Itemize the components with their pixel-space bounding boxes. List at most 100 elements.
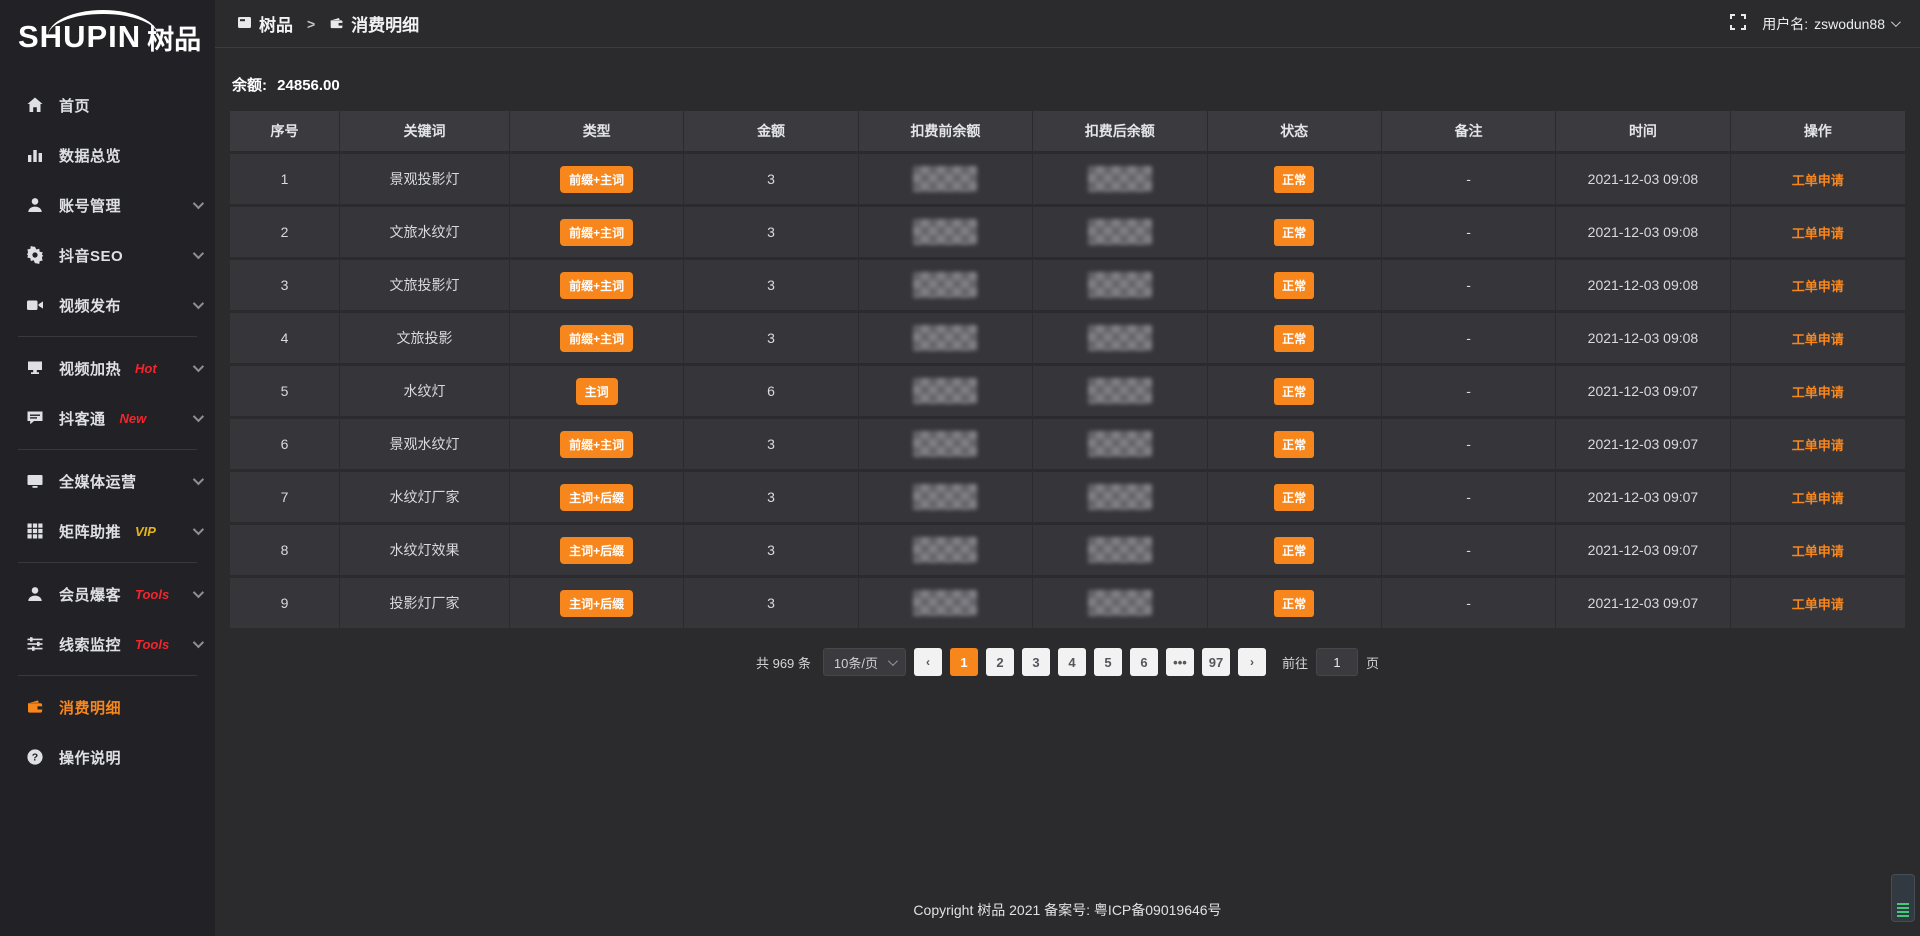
content: 余额: 24856.00 序号关键词类型金额扣费前余额扣费后余额状态备注时间操作…	[215, 48, 1920, 936]
work-order-link[interactable]: 工单申请	[1792, 170, 1844, 189]
chevron-down-icon	[888, 656, 898, 666]
floating-widget[interactable]	[1891, 874, 1915, 922]
page-number-button[interactable]: 2	[986, 648, 1014, 676]
svg-text:?: ?	[32, 752, 38, 764]
blurred-amount	[913, 272, 977, 298]
table-row: 3 文旅投影灯 前缀+主词 3 正常 - 2021-12-03 09:08 工单…	[230, 260, 1905, 310]
status-badge: 正常	[1274, 431, 1314, 458]
work-order-link[interactable]: 工单申请	[1792, 488, 1844, 507]
sidebar-item-label: 会员爆客	[59, 584, 121, 605]
chevron-down-icon	[193, 587, 204, 598]
work-order-link[interactable]: 工单申请	[1792, 541, 1844, 560]
cell-index: 7	[230, 472, 340, 522]
pagination: 共 969 条 10条/页 ‹ 123456•••97 › 前往 页	[230, 648, 1905, 676]
cell-action: 工单申请	[1731, 207, 1905, 257]
cell-type: 主词+后缀	[510, 578, 684, 628]
goto-suffix: 页	[1366, 653, 1379, 672]
table-row: 1 景观投影灯 前缀+主词 3 正常 - 2021-12-03 09:08 工单…	[230, 154, 1905, 204]
page-number-button[interactable]: 97	[1202, 648, 1230, 676]
work-order-link[interactable]: 工单申请	[1792, 382, 1844, 401]
cell-balance-before	[859, 207, 1033, 257]
chevron-down-icon	[193, 411, 204, 422]
sidebar-item-instructions[interactable]: ? 操作说明	[0, 732, 215, 782]
cell-time: 2021-12-03 09:07	[1556, 472, 1730, 522]
table-header-cell: 类型	[510, 111, 684, 151]
prev-page-button[interactable]: ‹	[914, 648, 942, 676]
work-order-link[interactable]: 工单申请	[1792, 594, 1844, 613]
table-row: 6 景观水纹灯 前缀+主词 3 正常 - 2021-12-03 09:07 工单…	[230, 419, 1905, 469]
cell-action: 工单申请	[1731, 366, 1905, 416]
sidebar-item-all-media[interactable]: 全媒体运营	[0, 456, 215, 506]
sidebar-item-lead-monitor[interactable]: 线索监控 Tools	[0, 619, 215, 669]
main-area: 树品 > 消费明细 用户名: zswodun88	[215, 0, 1920, 936]
cell-balance-before	[859, 472, 1033, 522]
table-body: 1 景观投影灯 前缀+主词 3 正常 - 2021-12-03 09:08 工单…	[230, 154, 1905, 628]
type-badge: 前缀+主词	[560, 272, 633, 299]
page-number-button[interactable]: 5	[1094, 648, 1122, 676]
blurred-amount	[913, 537, 977, 563]
cell-type: 主词	[510, 366, 684, 416]
cell-balance-before	[859, 260, 1033, 310]
work-order-link[interactable]: 工单申请	[1792, 276, 1844, 295]
cell-balance-after	[1033, 472, 1207, 522]
page-number-button[interactable]: •••	[1166, 648, 1194, 676]
screen-icon	[26, 359, 44, 377]
cell-balance-after	[1033, 525, 1207, 575]
sidebar-item-doketong[interactable]: 抖客通 New	[0, 393, 215, 443]
breadcrumb-home[interactable]: 树品	[237, 11, 293, 36]
table-header-cell: 金额	[684, 111, 858, 151]
cell-time: 2021-12-03 09:08	[1556, 260, 1730, 310]
work-order-link[interactable]: 工单申请	[1792, 329, 1844, 348]
sidebar-item-video-heat[interactable]: 视频加热 Hot	[0, 343, 215, 393]
blurred-amount	[1088, 484, 1152, 510]
sidebar-item-matrix-boost[interactable]: 矩阵助推 VIP	[0, 506, 215, 556]
cell-type: 前缀+主词	[510, 260, 684, 310]
tools-badge: Tools	[135, 587, 169, 602]
balance-label: 余额:	[232, 77, 267, 94]
cell-index: 4	[230, 313, 340, 363]
cell-time: 2021-12-03 09:07	[1556, 419, 1730, 469]
next-page-button[interactable]: ›	[1238, 648, 1266, 676]
question-icon: ?	[26, 748, 44, 766]
chevron-down-icon	[193, 474, 204, 485]
cell-balance-after	[1033, 260, 1207, 310]
page-number-button[interactable]: 1	[950, 648, 978, 676]
page-size-select[interactable]: 10条/页	[823, 648, 906, 676]
cell-keyword: 文旅投影灯	[340, 260, 510, 310]
cell-amount: 3	[684, 472, 858, 522]
cell-amount: 3	[684, 154, 858, 204]
sidebar-item-home[interactable]: 首页	[0, 80, 215, 130]
blurred-amount	[1088, 166, 1152, 192]
cell-status: 正常	[1208, 472, 1382, 522]
cell-action: 工单申请	[1731, 472, 1905, 522]
sidebar-item-douyin-seo[interactable]: 抖音SEO	[0, 230, 215, 280]
work-order-link[interactable]: 工单申请	[1792, 223, 1844, 242]
cell-time: 2021-12-03 09:08	[1556, 207, 1730, 257]
chevron-down-icon	[193, 198, 204, 209]
sidebar-item-video-publish[interactable]: 视频发布	[0, 280, 215, 330]
goto-page-input[interactable]	[1316, 648, 1358, 676]
cell-amount: 3	[684, 525, 858, 575]
chevron-down-icon	[1891, 17, 1901, 27]
hot-badge: Hot	[135, 361, 157, 376]
sidebar-item-consumption-detail[interactable]: 消费明细	[0, 682, 215, 732]
sidebar-item-label: 消费明细	[59, 697, 121, 718]
work-order-link[interactable]: 工单申请	[1792, 435, 1844, 454]
chevron-down-icon	[193, 298, 204, 309]
logo-arc	[48, 10, 158, 36]
user-menu[interactable]: 用户名: zswodun88	[1762, 14, 1898, 34]
sidebar-item-data-overview[interactable]: 数据总览	[0, 130, 215, 180]
page-number-button[interactable]: 3	[1022, 648, 1050, 676]
sidebar: SHUPIN 树品 首页 数据总览 账号管理 抖音SEO 视频发布	[0, 0, 215, 936]
sidebar-item-member-burst[interactable]: 会员爆客 Tools	[0, 569, 215, 619]
page-number-button[interactable]: 4	[1058, 648, 1086, 676]
cell-index: 9	[230, 578, 340, 628]
cell-keyword: 水纹灯	[340, 366, 510, 416]
fullscreen-icon[interactable]	[1730, 14, 1746, 33]
sidebar-item-account[interactable]: 账号管理	[0, 180, 215, 230]
cell-status: 正常	[1208, 260, 1382, 310]
page-number-button[interactable]: 6	[1130, 648, 1158, 676]
wallet-icon	[26, 698, 44, 716]
goto-page: 前往 页	[1282, 648, 1379, 676]
cell-time: 2021-12-03 09:07	[1556, 578, 1730, 628]
